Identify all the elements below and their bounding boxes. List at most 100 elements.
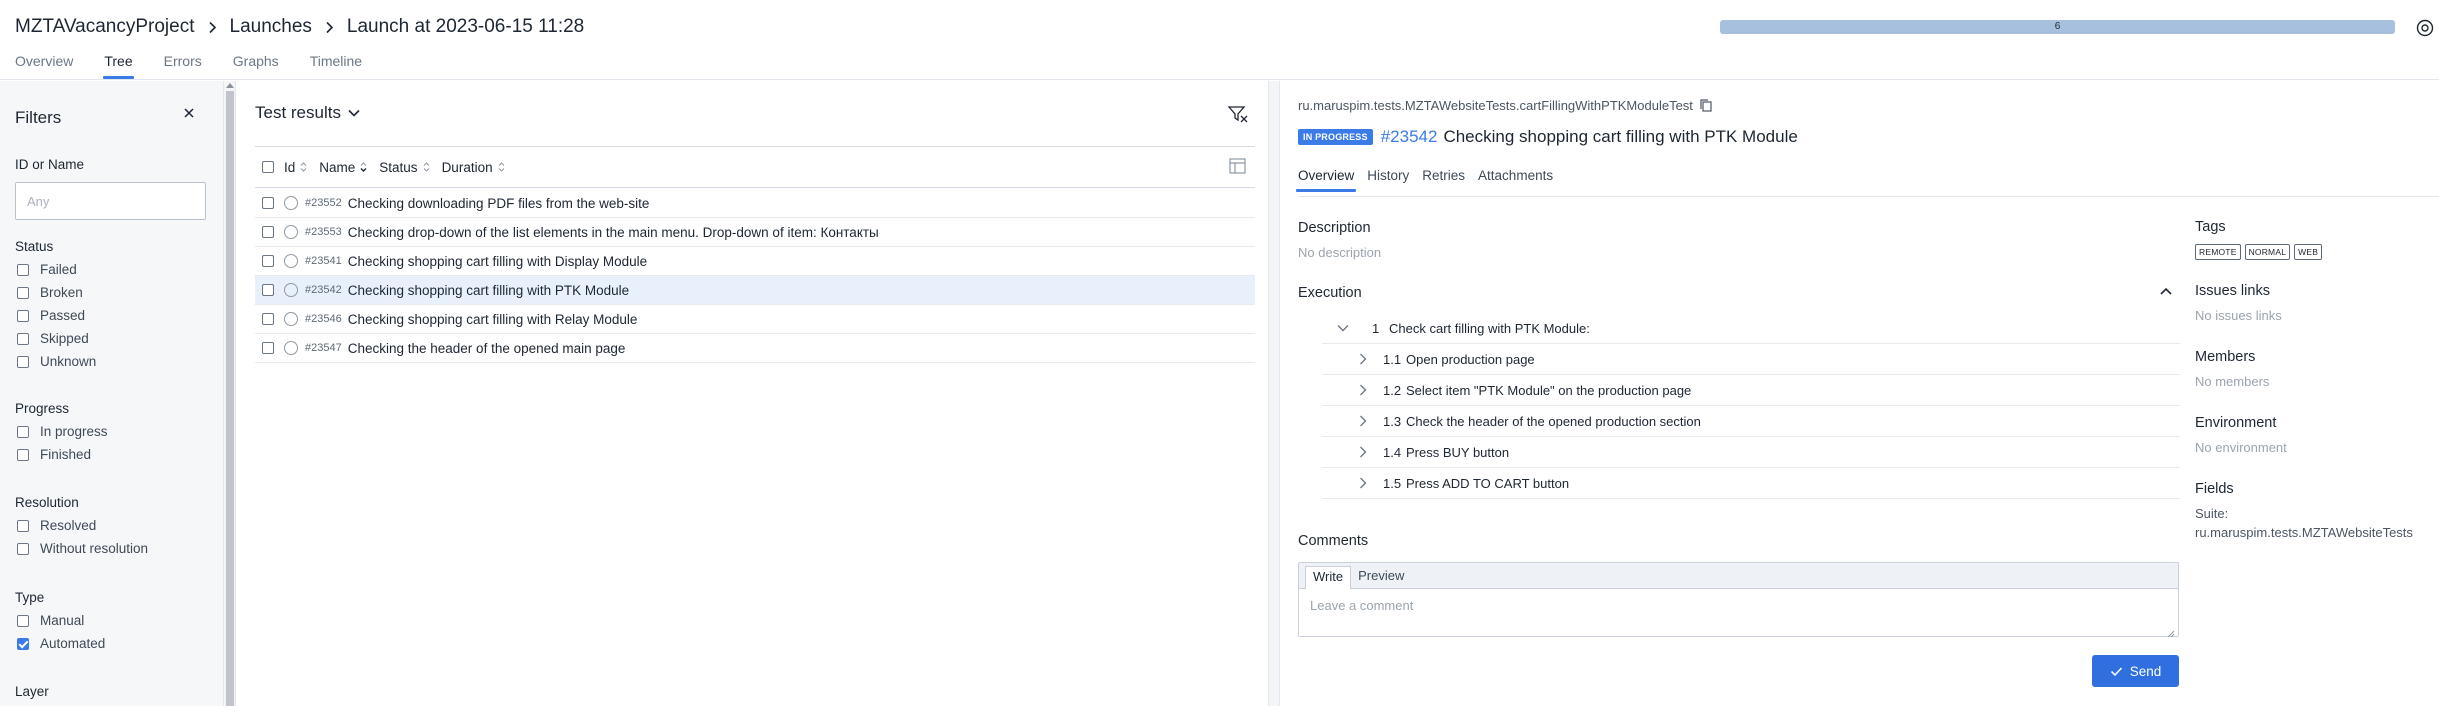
launch-progress-bar[interactable]: 6 <box>1720 20 2395 34</box>
tag[interactable]: NORMAL <box>2244 244 2291 260</box>
column-duration[interactable]: Duration <box>442 160 505 175</box>
option-label: Finished <box>40 447 92 462</box>
table-row[interactable]: #23541 Checking shopping cart filling wi… <box>255 247 1255 276</box>
table-row[interactable]: #23553 Checking drop-down of the list el… <box>255 218 1255 247</box>
filter-option-broken[interactable]: Broken <box>17 285 83 300</box>
test-id: #23553 <box>305 226 342 238</box>
row-checkbox[interactable] <box>262 342 274 354</box>
tag[interactable]: WEB <box>2294 244 2323 260</box>
breadcrumb-launches[interactable]: Launches <box>230 16 312 38</box>
filter-option-passed[interactable]: Passed <box>17 308 85 323</box>
tab-history[interactable]: History <box>1367 168 1409 192</box>
row-checkbox[interactable] <box>262 313 274 325</box>
filter-option-without-resolution[interactable]: Without resolution <box>17 541 148 556</box>
resolution-filter-title: Resolution <box>15 495 79 510</box>
copy-icon[interactable] <box>1699 98 1713 113</box>
execution-title: Execution <box>1298 285 1362 301</box>
filter-option-finished[interactable]: Finished <box>17 447 91 462</box>
step-row[interactable]: 1.1 Open production page <box>1322 344 2180 375</box>
select-all-checkbox[interactable] <box>262 161 274 173</box>
tab-errors[interactable]: Errors <box>164 53 202 79</box>
filter-option-in-progress[interactable]: In progress <box>17 424 108 439</box>
settings-icon[interactable] <box>2416 19 2434 37</box>
table-settings-icon[interactable] <box>1228 156 1248 176</box>
chevron-right-icon[interactable] <box>1358 414 1368 428</box>
chevron-up-icon[interactable] <box>2159 284 2173 298</box>
step-text: Check the header of the opened productio… <box>1406 413 1701 429</box>
chevron-right-icon[interactable] <box>1358 476 1368 490</box>
checkbox[interactable] <box>17 448 29 461</box>
filter-option-skipped[interactable]: Skipped <box>17 331 89 346</box>
chevron-down-icon[interactable] <box>1336 323 1350 333</box>
type-filter-title: Type <box>15 590 45 605</box>
tab-overview[interactable]: Overview <box>15 53 73 79</box>
issues-title: Issues links <box>2195 283 2270 299</box>
table-row[interactable]: #23547 Checking the header of the opened… <box>255 334 1255 363</box>
step-row[interactable]: 1.3 Check the header of the opened produ… <box>1322 406 2180 437</box>
column-name[interactable]: Name <box>319 160 367 175</box>
test-results-dropdown[interactable]: Test results <box>255 103 361 123</box>
filters-scrollbar[interactable] <box>224 81 236 706</box>
filter-option-resolved[interactable]: Resolved <box>17 518 96 533</box>
send-button[interactable]: Send <box>2092 655 2179 687</box>
tab-attachments[interactable]: Attachments <box>1478 168 1553 192</box>
checkbox[interactable] <box>17 263 29 276</box>
row-checkbox[interactable] <box>262 255 274 267</box>
column-status[interactable]: Status <box>379 160 429 175</box>
filter-option-automated[interactable]: Automated <box>17 636 105 651</box>
checkbox[interactable] <box>17 614 29 627</box>
row-checkbox[interactable] <box>262 226 274 238</box>
scrollbar-thumb[interactable] <box>226 91 234 706</box>
resize-handle-icon[interactable] <box>2167 625 2175 638</box>
step-row[interactable]: 1 Check cart filling with PTK Module: <box>1322 313 2180 344</box>
checkbox[interactable] <box>17 355 29 368</box>
checkbox-checked[interactable] <box>17 637 29 650</box>
tab-graphs[interactable]: Graphs <box>233 53 279 79</box>
checkbox[interactable] <box>17 309 29 322</box>
checkbox[interactable] <box>17 519 29 532</box>
checkbox[interactable] <box>17 286 29 299</box>
tab-write[interactable]: Write <box>1305 566 1352 589</box>
panel-resizer[interactable] <box>1268 81 1280 706</box>
tab-retries[interactable]: Retries <box>1422 168 1465 192</box>
id-or-name-input[interactable] <box>15 182 206 220</box>
table-row[interactable]: #23546 Checking shopping cart filling wi… <box>255 305 1255 334</box>
layer-filter-title: Layer <box>15 684 49 699</box>
test-path-text: ru.maruspim.tests.MZTAWebsiteTests.cartF… <box>1298 98 1693 113</box>
option-label: Automated <box>40 636 106 651</box>
breadcrumb-project[interactable]: MZTAVacancyProject <box>15 16 195 38</box>
checkbox[interactable] <box>17 425 29 438</box>
filter-option-manual[interactable]: Manual <box>17 613 84 628</box>
chevron-right-icon[interactable] <box>1358 383 1368 397</box>
filter-option-unknown[interactable]: Unknown <box>17 354 96 369</box>
table-row-selected[interactable]: #23542 Checking shopping cart filling wi… <box>255 276 1255 305</box>
row-checkbox[interactable] <box>262 197 274 209</box>
checkbox[interactable] <box>17 542 29 555</box>
test-id: #23552 <box>305 197 342 209</box>
tab-preview[interactable]: Preview <box>1351 566 1411 588</box>
scroll-up-arrow-icon[interactable] <box>226 83 234 88</box>
close-icon[interactable] <box>180 104 198 122</box>
chevron-right-icon[interactable] <box>1358 445 1368 459</box>
status-badge: IN PROGRESS <box>1298 129 1373 145</box>
filter-option-failed[interactable]: Failed <box>17 262 77 277</box>
comment-input[interactable] <box>1299 590 2178 636</box>
tab-tree[interactable]: Tree <box>103 53 134 79</box>
table-row[interactable]: #23552 Checking downloading PDF files fr… <box>255 189 1255 218</box>
test-name: Checking shopping cart filling with PTK … <box>347 282 630 298</box>
step-number: 1.1 <box>1383 351 1402 367</box>
step-row[interactable]: 1.2 Select item "PTK Module" on the prod… <box>1322 375 2180 406</box>
chevron-right-icon[interactable] <box>1358 352 1368 366</box>
sort-icon <box>300 161 307 173</box>
checkbox[interactable] <box>17 332 29 345</box>
tab-timeline[interactable]: Timeline <box>310 53 362 79</box>
test-id-link[interactable]: #23542 <box>1381 127 1438 147</box>
tag[interactable]: REMOTE <box>2195 244 2241 260</box>
tab-overview[interactable]: Overview <box>1295 168 1357 192</box>
column-id[interactable]: Id <box>284 160 307 175</box>
step-row[interactable]: 1.4 Press BUY button <box>1322 437 2180 468</box>
status-filter-title: Status <box>15 239 54 254</box>
clear-filter-icon[interactable] <box>1227 104 1249 124</box>
step-row[interactable]: 1.5 Press ADD TO CART button <box>1322 468 2180 499</box>
row-checkbox[interactable] <box>262 284 274 296</box>
